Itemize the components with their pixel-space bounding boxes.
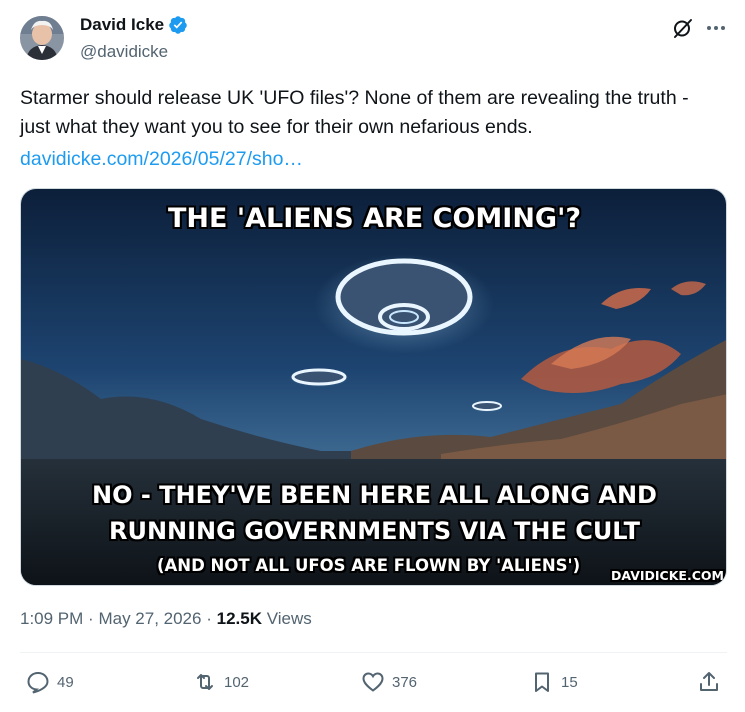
share-button[interactable]: [697, 670, 721, 694]
share-icon: [700, 672, 718, 691]
bookmark-button[interactable]: 15: [530, 670, 578, 694]
media-caption-bottom-line-2: RUNNING GOVERNMENTS VIA THE CULT: [108, 517, 640, 545]
media-caption-bottom-line-1: NO - THEY'VE BEEN HERE ALL ALONG AND: [92, 481, 657, 509]
repost-icon: [197, 674, 213, 690]
meta-separator: ·: [88, 609, 94, 628]
tweet-time[interactable]: 1:09 PM: [20, 609, 83, 628]
grok-icon[interactable]: [671, 16, 695, 40]
bookmark-count: 15: [561, 673, 578, 691]
reply-button[interactable]: 49: [26, 670, 74, 694]
heart-icon: [362, 672, 384, 692]
meta-separator: ·: [206, 609, 212, 628]
views-label: Views: [266, 609, 312, 628]
verified-badge-icon: [168, 15, 188, 35]
tweet-link[interactable]: davidicke.com/2026/05/27/sho…: [20, 145, 303, 174]
views-count: 12.5K: [216, 609, 262, 628]
reply-count: 49: [57, 673, 74, 691]
media-watermark: DAVIDICKE.COM: [611, 568, 724, 583]
media-caption-top: THE 'ALIENS ARE COMING'?: [167, 203, 582, 234]
author-handle[interactable]: @davidicke: [80, 42, 168, 62]
divider: [20, 652, 727, 653]
author-name-row[interactable]: David Icke: [80, 15, 188, 35]
avatar[interactable]: [20, 16, 64, 60]
like-count: 376: [392, 673, 418, 691]
repost-count: 102: [224, 673, 250, 691]
bookmark-icon: [535, 672, 549, 692]
tweet-meta: 1:09 PM · May 27, 2026 · 12.5K Views: [20, 609, 312, 629]
reply-icon: [27, 671, 49, 694]
tweet-date[interactable]: May 27, 2026: [98, 609, 201, 628]
more-options-icon[interactable]: [704, 16, 728, 40]
author-display-name[interactable]: David Icke: [80, 15, 164, 35]
tweet-media-image[interactable]: THE 'ALIENS ARE COMING'? NO - THEY'VE BE…: [20, 188, 727, 586]
repost-button[interactable]: 102: [193, 670, 249, 694]
media-caption-bottom-line-3: (AND NOT ALL UFOS ARE FLOWN BY 'ALIENS'): [157, 556, 581, 575]
tweet-text: Starmer should release UK 'UFO files'? N…: [20, 87, 689, 138]
like-button[interactable]: 376: [361, 670, 417, 694]
